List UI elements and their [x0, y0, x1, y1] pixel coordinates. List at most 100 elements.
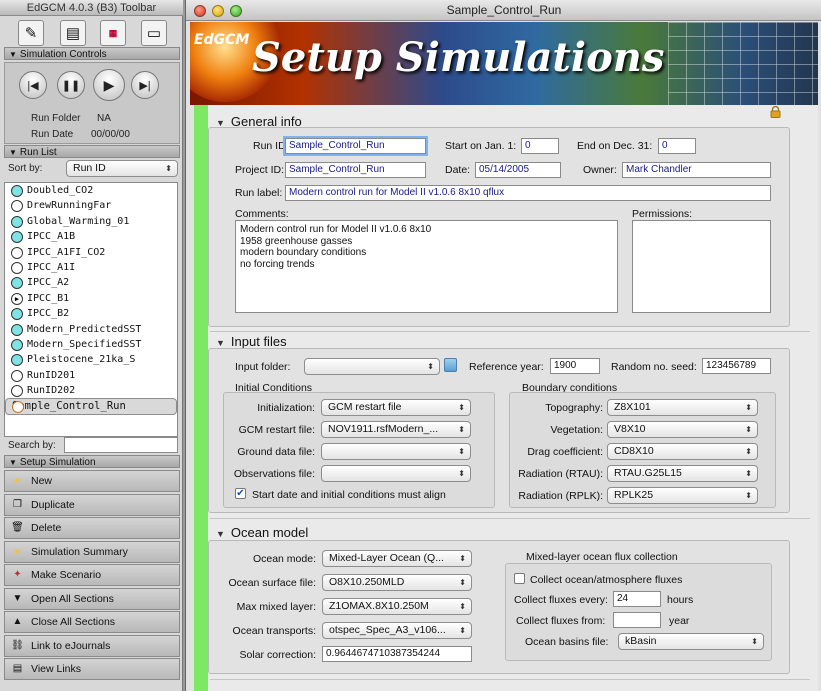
boundary-condition-select[interactable]: Z8X101 ⬍ [607, 399, 758, 416]
pencil-icon[interactable]: ✎ [18, 20, 44, 46]
date-label: Date: [445, 164, 471, 176]
comments-textarea[interactable]: Modern control run for Model II v1.0.6 8… [235, 220, 618, 313]
ocean-model-select[interactable]: Mixed-Layer Ocean (Q... ⬍ [322, 550, 472, 567]
align-checkbox[interactable]: ✔ [235, 488, 246, 499]
run-list-item[interactable]: Global_Warming_01 [5, 214, 177, 229]
run-id-input[interactable]: Sample_Control_Run [285, 138, 426, 154]
zoom-window-button[interactable] [230, 5, 242, 17]
run-label-input[interactable]: Modern control run for Model II v1.0.6 8… [285, 185, 771, 201]
data-table-icon[interactable]: ▦ [100, 20, 126, 46]
boundary-condition-select[interactable]: RPLK25 ⬍ [607, 487, 758, 504]
solar-correction-input[interactable]: 0.9644674710387354244 [322, 646, 472, 662]
project-id-input[interactable]: Sample_Control_Run [285, 162, 426, 178]
run-list-header[interactable]: ▼ Run List [4, 145, 180, 158]
setup-open-all-sections-button[interactable]: ▼ Open All Sections [4, 587, 180, 610]
simulation-controls-panel: |◀ ❚❚ ▶ ▶| Run Folder NA Run Date 00/00/… [4, 62, 180, 144]
updown-arrows-icon: ⬍ [459, 626, 466, 635]
run-list-item[interactable]: IPCC_A2 [5, 275, 177, 290]
random-seed-input[interactable]: 123456789 [702, 358, 771, 374]
setup-simulation-header[interactable]: ▼ Setup Simulation [4, 455, 180, 468]
run-list-item[interactable]: Modern_PredictedSST [5, 322, 177, 337]
run-list-item[interactable]: Doubled_CO2 [5, 183, 177, 198]
initial-condition-select[interactable]: GCM restart file ⬍ [321, 399, 471, 416]
input-folder-select[interactable]: ⬍ [304, 358, 440, 375]
run-list-item[interactable]: Modern_SpecifiedSST [5, 337, 177, 352]
monitor-icon[interactable]: ▭ [141, 20, 167, 46]
collect-from-input[interactable] [613, 612, 661, 628]
setup-new-button[interactable]: ▰ New [4, 470, 180, 492]
ocean-basins-select[interactable]: kBasin ⬍ [618, 633, 764, 650]
ocean-model-select[interactable]: otspec_Spec_A3_v106... ⬍ [322, 622, 472, 639]
run-folder-label: Run Folder [31, 113, 81, 124]
boundary-condition-select[interactable]: V8X10 ⬍ [607, 421, 758, 438]
notes-icon[interactable]: ▤ [60, 20, 86, 46]
boundary-condition-label: Radiation (RTAU): [518, 468, 603, 480]
close-window-button[interactable] [194, 5, 206, 17]
start-year-input[interactable]: 0 [521, 138, 559, 154]
updown-arrows-icon: ⬍ [745, 403, 752, 412]
run-list-item[interactable]: IPCC_A1I [5, 260, 177, 275]
minimize-window-button[interactable] [212, 5, 224, 17]
run-list-item[interactable]: RunID202 [5, 383, 177, 398]
run-status-icon [11, 185, 23, 197]
comments-label: Comments: [235, 208, 289, 220]
rewind-button[interactable]: |◀ [19, 71, 47, 99]
play-button[interactable]: ▶ [93, 69, 125, 101]
setup-delete-button[interactable]: 🗑 Delete [4, 517, 180, 539]
expand-icon: ▼ [12, 592, 23, 604]
input-files-header[interactable]: ▼ Input files [216, 334, 287, 349]
setup-make-scenario-button[interactable]: ✦ Make Scenario [4, 564, 180, 586]
scenario-icon: ✦ [13, 569, 22, 580]
run-list-item[interactable]: ▶ IPCC_B1 [5, 291, 177, 306]
setup-duplicate-button[interactable]: ❐ Duplicate [4, 493, 180, 516]
permissions-list[interactable] [632, 220, 771, 313]
pause-button[interactable]: ❚❚ [57, 71, 85, 99]
section-divider [210, 331, 810, 332]
boundary-condition-label: Topography: [545, 402, 603, 414]
initial-condition-select[interactable]: NOV1911.rsfModern_... ⬍ [321, 421, 471, 438]
initial-condition-select[interactable]: ⬍ [321, 443, 471, 460]
end-year-input[interactable]: 0 [658, 138, 696, 154]
reference-year-input[interactable]: 1900 [550, 358, 600, 374]
run-list[interactable]: Doubled_CO2 DrewRunningFar Global_Warming_… [4, 182, 178, 437]
collect-fluxes-checkbox[interactable] [514, 573, 525, 584]
links-icon: ▤ [12, 663, 23, 674]
owner-input[interactable]: Mark Chandler [622, 162, 771, 178]
run-list-item[interactable]: Pleistocene_21ka_S [5, 352, 177, 367]
ocean-model-select[interactable]: O8X10.250MLD ⬍ [322, 574, 472, 591]
ocean-model-header[interactable]: ▼ Ocean model [216, 525, 308, 540]
boundary-condition-select[interactable]: CD8X10 ⬍ [607, 443, 758, 460]
ocean-model-select[interactable]: Z1OMAX.8X10.250M ⬍ [322, 598, 472, 615]
lock-icon[interactable] [770, 105, 781, 118]
run-list-item[interactable]: IPCC_B2 [5, 306, 177, 321]
folder-icon[interactable] [444, 358, 457, 372]
date-input[interactable]: 05/14/2005 [475, 162, 561, 178]
setup-view-links-button[interactable]: ▤ View Links [4, 658, 180, 680]
setup-close-all-sections-button[interactable]: ▲ Close All Sections [4, 611, 180, 633]
run-date-value: 00/00/00 [91, 129, 130, 140]
setup-link-to-ejournals-button[interactable]: ⛓ Link to eJournals [4, 634, 180, 657]
owner-label: Owner: [583, 164, 617, 176]
run-list-item[interactable]: Sample_Control_Run [5, 398, 177, 416]
ocean-model-label: Max mixed layer: [236, 601, 316, 613]
search-input[interactable] [64, 437, 178, 453]
run-list-item[interactable]: IPCC_A1B [5, 229, 177, 244]
updown-arrows-icon: ⬍ [459, 602, 466, 611]
run-list-item[interactable]: RunID201 [5, 368, 177, 383]
run-name: Modern_SpecifiedSST [27, 338, 142, 350]
sort-by-select[interactable]: Run ID ⬍ [66, 160, 178, 177]
initial-condition-select[interactable]: ⬍ [321, 465, 471, 482]
run-list-item[interactable]: IPCC_A1FI_CO2 [5, 245, 177, 260]
input-folder-label: Input folder: [235, 361, 291, 373]
new-folder-icon: ▰ [13, 475, 22, 486]
fast-forward-button[interactable]: ▶| [131, 71, 159, 99]
run-name: RunID201 [27, 369, 76, 381]
simulation-controls-header[interactable]: ▼ Simulation Controls [4, 47, 180, 60]
collect-every-input[interactable]: 24 [613, 591, 661, 607]
boundary-condition-select[interactable]: RTAU.G25L15 ⬍ [607, 465, 758, 482]
setup-simulation-summary-button[interactable]: ▰ Simulation Summary [4, 540, 180, 563]
run-list-item[interactable]: DrewRunningFar [5, 198, 177, 213]
flux-collection-header: Mixed-layer ocean flux collection [526, 551, 678, 563]
run-name: IPCC_B1 [27, 292, 70, 304]
ocean-model-value: O8X10.250MLD [329, 576, 405, 588]
